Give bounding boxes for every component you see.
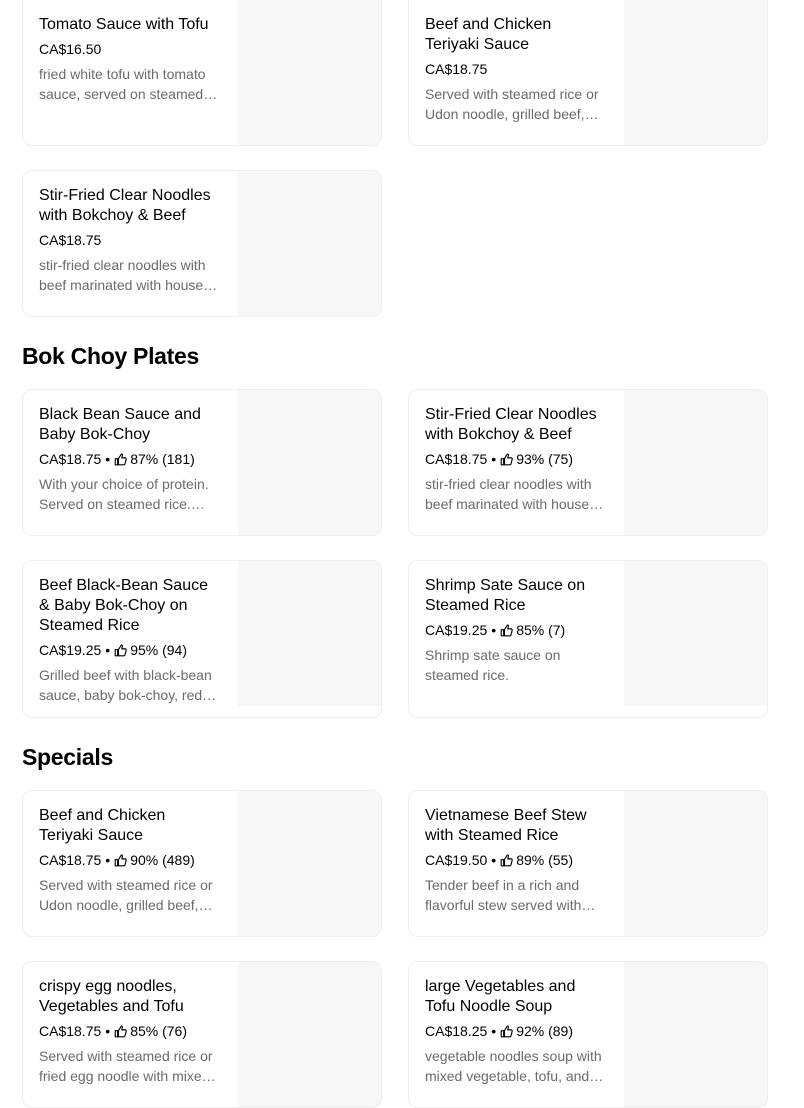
- thumbs-up-icon: [500, 453, 513, 466]
- separator: •: [105, 1023, 111, 1039]
- item-price: CA$18.75: [39, 451, 102, 467]
- item-rating: 92% (89): [516, 1023, 573, 1039]
- item-price: CA$19.50: [425, 852, 488, 868]
- item-rating: 93% (75): [516, 451, 573, 467]
- item-price: CA$18.75: [39, 232, 102, 248]
- item-title: Shrimp Sate Sauce on Steamed Rice: [425, 577, 586, 614]
- separator: •: [491, 451, 497, 467]
- menu-item-card[interactable]: Beef and Chicken Teriyaki Sauce CA$18.75…: [408, 0, 768, 146]
- item-rating: 87% (181): [130, 451, 195, 467]
- item-description: Served with steamed rice or Udon noodle,…: [425, 86, 599, 122]
- thumbs-up-icon: [500, 1025, 513, 1038]
- menu-item-card[interactable]: Black Bean Sauce and Baby Bok-Choy CA$18…: [22, 389, 382, 536]
- item-title: Vietnamese Beef Stew with Steamed Rice: [425, 807, 587, 844]
- item-description: stir-fried clear noodles with beef marin…: [39, 257, 206, 293]
- menu-item-card[interactable]: Vietnamese Beef Stew with Steamed Rice C…: [408, 790, 768, 937]
- item-title: large Vegetables and Tofu Noodle Soup: [425, 978, 576, 1015]
- item-price: CA$18.75: [39, 1023, 102, 1039]
- menu-item-card[interactable]: Beef and Chicken Teriyaki Sauce CA$18.75…: [22, 790, 382, 937]
- item-image: [238, 791, 381, 936]
- item-image: [238, 0, 381, 145]
- menu-item-card[interactable]: Stir-Fried Clear Noodles with Bokchoy & …: [22, 170, 382, 317]
- item-description: stir-fried clear noodles with beef marin…: [425, 476, 592, 512]
- section-title: Bok Choy Plates: [22, 343, 199, 369]
- menu-item-card[interactable]: Beef Black-Bean Sauce & Baby Bok-Choy on…: [22, 560, 382, 718]
- item-title: Stir-Fried Clear Noodles with Bokchoy & …: [425, 406, 597, 443]
- menu-item-card[interactable]: Stir-Fried Clear Noodles with Bokchoy & …: [408, 389, 768, 536]
- menu-item-card[interactable]: crispy egg noodles, Vegetables and Tofu …: [22, 961, 382, 1108]
- item-image: [624, 0, 767, 145]
- item-image: [238, 171, 381, 316]
- item-description: Served with steamed rice or fried egg no…: [39, 1048, 213, 1084]
- item-title: Beef and Chicken Teriyaki Sauce: [39, 807, 166, 844]
- item-image: [624, 791, 767, 936]
- item-title: Stir-Fried Clear Noodles with Bokchoy & …: [39, 187, 211, 224]
- thumbs-up-icon: [114, 854, 127, 867]
- item-image: [624, 561, 767, 706]
- item-price: CA$19.25: [425, 622, 488, 638]
- thumbs-up-icon: [114, 1025, 127, 1038]
- item-description: fried white tofu with tomato sauce, serv…: [39, 66, 206, 102]
- separator: •: [491, 852, 497, 868]
- item-price: CA$18.75: [425, 451, 488, 467]
- separator: •: [491, 1023, 497, 1039]
- item-image: [238, 390, 381, 535]
- thumbs-up-icon: [114, 453, 127, 466]
- item-price: CA$18.25: [425, 1023, 488, 1039]
- item-title: Beef and Chicken Teriyaki Sauce: [425, 16, 552, 53]
- item-rating: 85% (76): [130, 1023, 187, 1039]
- item-price: CA$18.75: [425, 61, 488, 77]
- item-description: vegetable noodles soup with mixed vegeta…: [425, 1048, 602, 1084]
- separator: •: [105, 852, 111, 868]
- item-image: [238, 561, 381, 706]
- item-description: Tender beef in a rich and flavorful stew…: [425, 877, 582, 913]
- menu-item-card[interactable]: Tomato Sauce with Tofu CA$16.50 fried wh…: [22, 0, 382, 146]
- item-description: Shrimp sate sauce on steamed rice.: [425, 647, 561, 683]
- item-rating: 85% (7): [516, 622, 566, 638]
- separator: •: [105, 451, 111, 467]
- item-title: Beef Black-Bean Sauce & Baby Bok-Choy on…: [39, 577, 208, 634]
- menu-item-card[interactable]: Shrimp Sate Sauce on Steamed Rice CA$19.…: [408, 560, 768, 718]
- menu-item-card[interactable]: large Vegetables and Tofu Noodle Soup CA…: [408, 961, 768, 1108]
- separator: •: [105, 642, 111, 658]
- item-price: CA$16.50: [39, 41, 102, 57]
- item-description: With your choice of protein. Served on s…: [39, 476, 209, 512]
- item-price: CA$19.25: [39, 642, 102, 658]
- section-title: Specials: [22, 744, 113, 770]
- item-rating: 95% (94): [130, 642, 187, 658]
- item-title: Tomato Sauce with Tofu: [39, 16, 209, 33]
- thumbs-up-icon: [500, 854, 513, 867]
- item-description: Served with steamed rice or Udon noodle,…: [39, 877, 213, 913]
- item-title: Black Bean Sauce and Baby Bok-Choy: [39, 406, 201, 443]
- item-image: [624, 962, 767, 1107]
- separator: •: [491, 622, 497, 638]
- item-image: [624, 390, 767, 535]
- item-rating: 89% (55): [516, 852, 573, 868]
- item-price: CA$18.75: [39, 852, 102, 868]
- thumbs-up-icon: [114, 644, 127, 657]
- item-title: crispy egg noodles, Vegetables and Tofu: [39, 978, 184, 1015]
- item-image: [238, 962, 381, 1107]
- item-description: Grilled beef with black-bean sauce, baby…: [39, 667, 212, 703]
- item-rating: 90% (489): [130, 852, 195, 868]
- thumbs-up-icon: [500, 624, 513, 637]
